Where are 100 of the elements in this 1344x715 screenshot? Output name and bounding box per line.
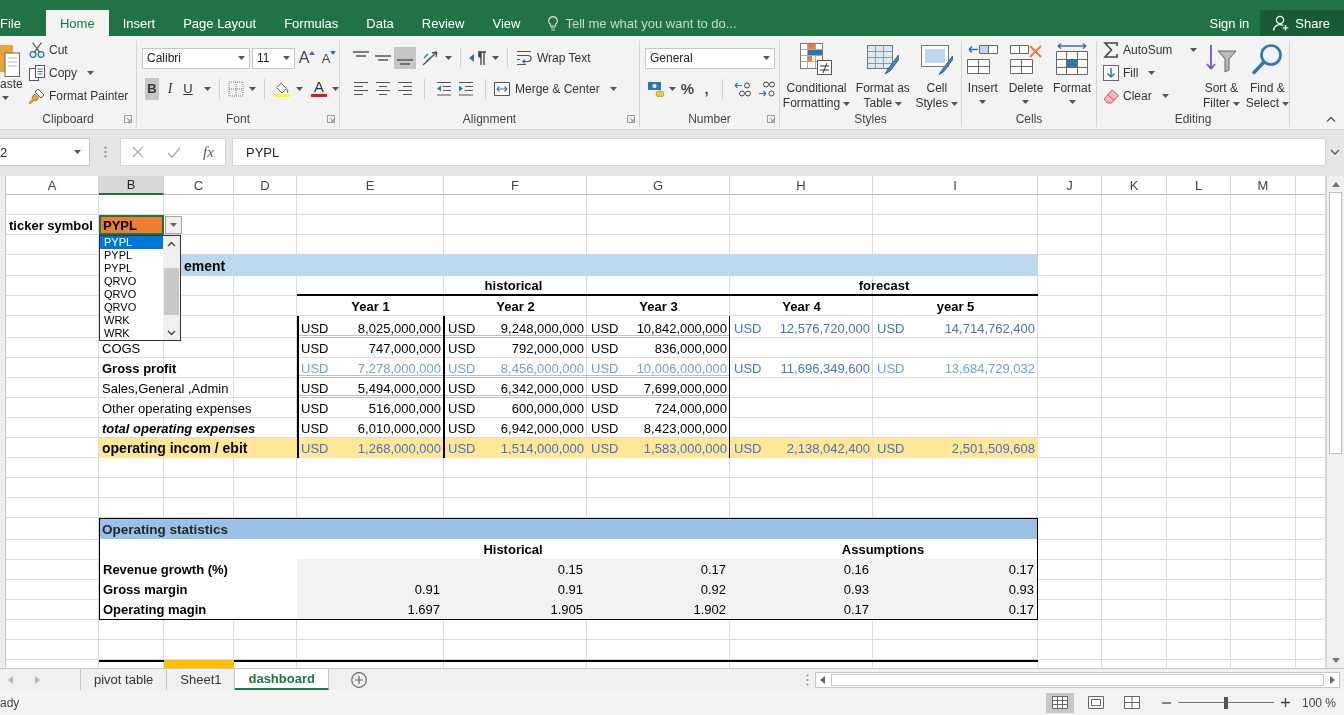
dropdown-option[interactable]: PYPL — [100, 249, 163, 262]
sort-filter-button[interactable]: Sort & Filter — [1202, 43, 1240, 111]
insert-function-button[interactable]: fx — [202, 143, 214, 161]
grow-font-button[interactable]: A — [297, 47, 317, 69]
ribbon-tab[interactable]: Insert — [108, 10, 170, 36]
chevron-up-icon[interactable] — [167, 241, 176, 247]
insert-button[interactable]: Insert — [966, 43, 999, 104]
wrap-text-button[interactable]: Wrap Text — [516, 49, 591, 66]
number-format-combobox[interactable]: General — [645, 47, 775, 69]
sheet-tab[interactable]: dashboard — [235, 669, 329, 690]
dropdown-option[interactable]: WRK — [100, 314, 163, 327]
find-select-button[interactable]: Find & Select — [1245, 43, 1289, 111]
underline-button[interactable]: U — [181, 77, 195, 100]
diagonal-arrow-icon[interactable] — [422, 49, 440, 66]
font-name-combobox[interactable]: Calibri — [142, 47, 250, 69]
conditional-formatting-button[interactable]: Conditional Formatting — [782, 43, 851, 111]
dropdown-option[interactable]: PYPL — [100, 262, 163, 275]
plus-icon[interactable] — [1280, 698, 1290, 707]
format-as-table-button[interactable]: Format as Table — [855, 43, 910, 111]
paint-bucket-icon[interactable] — [273, 80, 291, 97]
ribbon-tab[interactable]: Data — [352, 10, 408, 36]
dropdown-option[interactable]: QRVO — [100, 301, 163, 314]
normal-view-button[interactable] — [1045, 692, 1074, 713]
dialog-launcher-icon[interactable] — [327, 115, 335, 123]
align-right-icon[interactable] — [397, 80, 413, 97]
align-center-icon[interactable] — [375, 80, 391, 97]
name-box-field[interactable]: 2 — [0, 138, 90, 166]
copy-button[interactable]: Copy — [29, 61, 129, 84]
triangle-up-icon[interactable] — [1331, 182, 1340, 187]
align-bottom-button[interactable] — [394, 46, 416, 69]
column-header[interactable]: G — [587, 176, 730, 195]
money-icon[interactable] — [648, 80, 664, 97]
triangle-down-icon[interactable] — [1331, 658, 1340, 663]
column-header[interactable]: A — [6, 176, 99, 195]
cell-styles-button[interactable]: Cell Styles — [915, 43, 959, 111]
dropdown-option[interactable]: QRVO — [100, 275, 163, 288]
triangle-right-icon[interactable] — [1330, 675, 1335, 684]
right-arrow-dots-icon[interactable] — [758, 80, 776, 97]
check-icon[interactable] — [166, 146, 181, 158]
sign-in-link[interactable]: Sign in — [1198, 10, 1261, 36]
cut-button[interactable]: Cut — [29, 38, 129, 61]
fill-button[interactable]: Fill — [1103, 61, 1197, 84]
clear-button[interactable]: Clear — [1103, 84, 1197, 107]
scroll-thumb[interactable] — [1329, 192, 1342, 454]
dialog-launcher-icon[interactable] — [627, 115, 635, 123]
font-color-button[interactable]: A — [311, 80, 327, 97]
autosum-button[interactable]: AutoSum — [1103, 38, 1197, 61]
caret-up-icon[interactable] — [1326, 116, 1336, 122]
format-button[interactable]: Format — [1053, 43, 1092, 104]
ticker-cell[interactable]: PYPL — [99, 215, 164, 235]
increase-indent-icon[interactable] — [458, 80, 474, 97]
formula-field[interactable]: PYPL — [232, 138, 1326, 166]
ribbon-tab[interactable]: View — [478, 10, 535, 36]
scroll-thumb[interactable] — [164, 268, 179, 315]
triangle-left-icon[interactable] — [820, 675, 825, 684]
column-header[interactable]: M — [1231, 176, 1296, 195]
minus-icon[interactable] — [1161, 701, 1171, 704]
column-header[interactable]: L — [1167, 176, 1231, 195]
dialog-launcher-icon[interactable] — [124, 115, 132, 123]
column-header[interactable]: F — [444, 176, 587, 195]
dropdown-option[interactable]: QRVO — [100, 288, 163, 301]
plus-circle-icon[interactable] — [350, 671, 367, 688]
paragraph-direction-icon[interactable] — [469, 49, 487, 66]
chevron-down-icon[interactable] — [167, 330, 176, 336]
ribbon-tab[interactable]: Formulas — [270, 10, 353, 36]
font-size-combobox[interactable]: 11 — [252, 47, 295, 69]
zoom-level[interactable]: 100 % — [1301, 695, 1336, 710]
shrink-font-button[interactable]: A — [319, 47, 339, 69]
scroll-thumb[interactable] — [831, 673, 1324, 686]
dropdown-option[interactable]: WRK — [100, 327, 163, 340]
ribbon-tab[interactable]: Home — [45, 10, 109, 36]
ribbon-tab[interactable]: Review — [407, 10, 479, 36]
bold-button[interactable]: B — [145, 77, 159, 100]
column-header[interactable]: E — [297, 176, 444, 195]
column-header[interactable]: J — [1038, 176, 1102, 195]
zoom-slider-thumb[interactable] — [1223, 696, 1228, 709]
comma-button[interactable]: , — [699, 80, 714, 97]
italic-button[interactable]: I — [163, 77, 177, 100]
left-arrow-dots-icon[interactable] — [734, 80, 752, 97]
tell-me-field[interactable]: Tell me what you want to do... — [565, 10, 766, 36]
decrease-indent-icon[interactable] — [436, 80, 452, 97]
ribbon-tab[interactable]: File — [0, 10, 46, 36]
delete-button[interactable]: Delete — [1008, 43, 1044, 104]
dropdown-button[interactable] — [165, 216, 182, 234]
vertical-dots-icon[interactable] — [806, 673, 809, 686]
paste-button[interactable]: aste — [0, 41, 24, 111]
caret-down-icon[interactable] — [1330, 149, 1340, 155]
column-header[interactable]: H — [730, 176, 873, 195]
align-left-icon[interactable] — [353, 80, 369, 97]
column-header[interactable]: K — [1102, 176, 1167, 195]
format-painter-button[interactable]: Format Painter — [29, 84, 129, 107]
merge-center-button[interactable]: Merge & Center — [494, 80, 617, 97]
dialog-launcher-icon[interactable] — [767, 115, 775, 123]
column-header[interactable]: B — [99, 176, 164, 195]
percent-button[interactable]: % — [680, 80, 695, 97]
ribbon-tab[interactable]: Page Layout — [169, 10, 271, 36]
share-button[interactable]: Share — [1260, 10, 1344, 36]
column-header[interactable]: C — [164, 176, 234, 195]
dropdown-option[interactable]: PYPL — [100, 236, 163, 249]
column-header[interactable]: D — [234, 176, 297, 195]
